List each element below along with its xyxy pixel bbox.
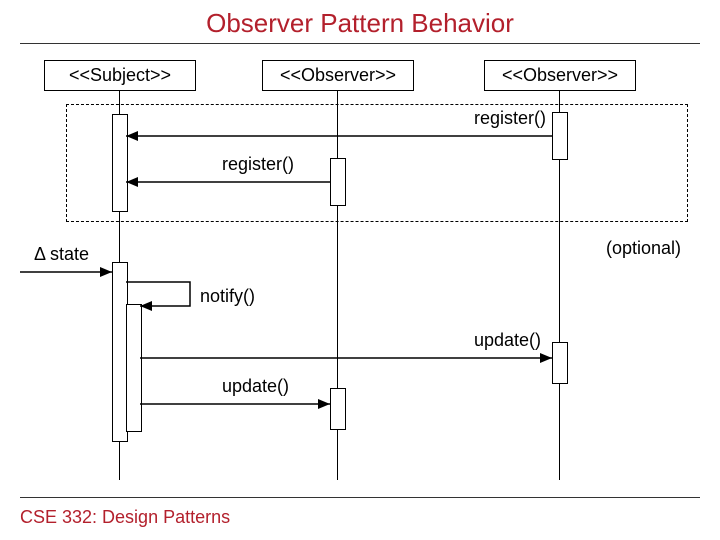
activation-observer2-upd (552, 342, 568, 384)
label-update-observer1: update() (222, 376, 289, 397)
label-optional: (optional) (606, 238, 681, 259)
sequence-diagram: <<Subject>> <<Observer>> <<Observer>> re… (0, 60, 720, 490)
label-register-observer1: register() (222, 154, 294, 175)
participant-subject: <<Subject>> (44, 60, 196, 91)
arrow-update-observer1 (140, 398, 330, 410)
activation-subject-1 (112, 114, 128, 212)
arrow-delta-state (20, 266, 112, 278)
divider-bottom (20, 497, 700, 498)
participant-observer1: <<Observer>> (262, 60, 414, 91)
fragment-optional (66, 104, 688, 222)
arrow-register-observer2 (126, 130, 552, 142)
page-title: Observer Pattern Behavior (0, 0, 720, 43)
arrow-update-observer2 (140, 352, 552, 364)
divider-top (20, 43, 700, 44)
label-delta-state: Δ state (34, 244, 89, 265)
arrow-notify-self (126, 278, 196, 312)
label-update-observer2: update() (474, 330, 541, 351)
activation-observer2-reg (552, 112, 568, 160)
participant-observer2: <<Observer>> (484, 60, 636, 91)
label-register-observer2: register() (474, 108, 546, 129)
activation-subject-notify (126, 304, 142, 432)
label-notify: notify() (200, 286, 255, 307)
footer-text: CSE 332: Design Patterns (20, 507, 230, 528)
arrow-register-observer1 (126, 176, 330, 188)
activation-observer1-upd (330, 388, 346, 430)
activation-observer1-reg (330, 158, 346, 206)
